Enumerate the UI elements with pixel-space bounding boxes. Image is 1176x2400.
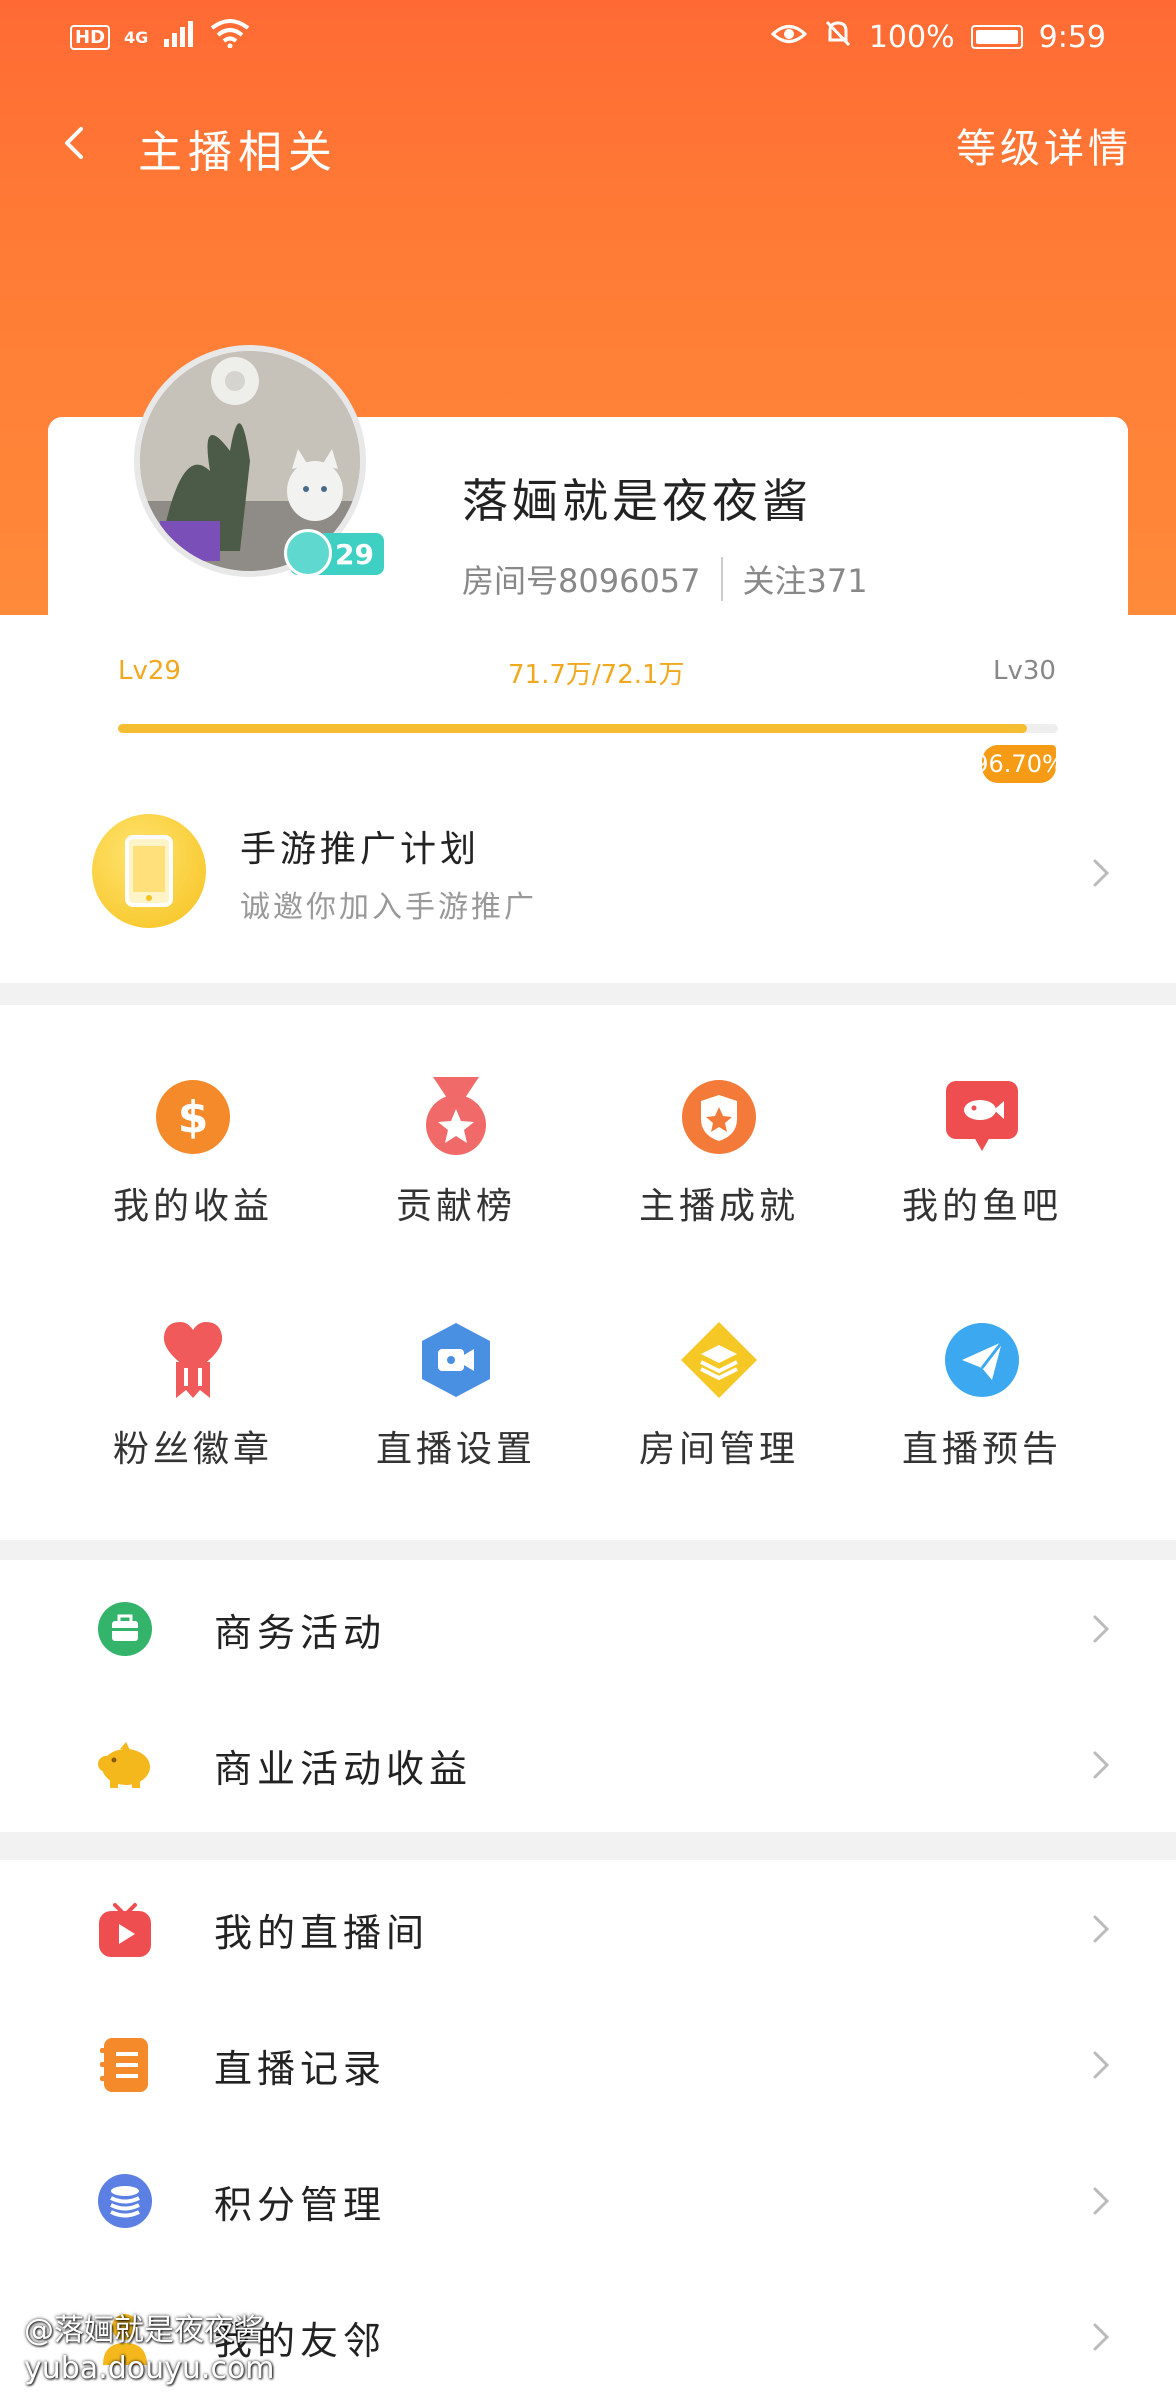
badge-level-number: 29: [335, 537, 374, 571]
wifi-icon: [210, 18, 250, 56]
current-level: Lv29: [118, 656, 181, 686]
divider: [720, 557, 723, 601]
feature-grid: $ 我的收益 贡献榜 主播成就 我的鱼吧 粉丝徽章 直播设置 房间管理 直播预告: [0, 1005, 1176, 1540]
piggy-bank-icon: [96, 1736, 154, 1794]
room-number: 房间号8096057: [462, 562, 701, 600]
eye-icon: [770, 20, 808, 55]
promo-title: 手游推广计划: [240, 829, 481, 870]
user-name: 落婳就是夜夜酱: [462, 474, 812, 528]
page-title: 主播相关: [138, 127, 338, 178]
medal-icon: [416, 1077, 496, 1157]
anchor-level-badge: 29: [284, 529, 384, 577]
hd-indicator: HD: [70, 24, 111, 50]
coin-stack-icon: [96, 2172, 154, 2230]
list-item-business-activity[interactable]: 商务活动: [0, 1560, 1176, 1696]
list-label: 积分管理: [214, 2183, 387, 2227]
list-item-my-live-room[interactable]: 我的直播间: [0, 1860, 1176, 1996]
room-info: 房间号8096057 关注371: [462, 556, 868, 602]
level-percent-badge: 96.70%: [973, 745, 1065, 783]
fish-chat-icon: [942, 1077, 1022, 1157]
network-type: 4G: [124, 27, 149, 47]
bell-off-icon: [823, 18, 853, 56]
list-item-points-management[interactable]: 积分管理: [0, 2132, 1176, 2268]
chevron-right-icon: [1086, 1914, 1116, 1944]
microphone-icon: [284, 529, 332, 577]
grid-item-fish-bar[interactable]: 我的鱼吧: [842, 1077, 1102, 1277]
grid-item-live-settings[interactable]: 直播设置: [316, 1320, 576, 1520]
chevron-right-icon: [1086, 2322, 1116, 2352]
level-progress-text: 71.7万/72.1万: [508, 660, 685, 690]
notebook-icon: [96, 2036, 154, 2094]
chevron-right-icon: [1086, 1614, 1116, 1644]
watermark-user: @落婳就是夜夜酱: [24, 2313, 264, 2348]
grid-item-fan-badge[interactable]: 粉丝徽章: [53, 1320, 313, 1520]
list-item-business-earnings[interactable]: 商业活动收益: [0, 1696, 1176, 1832]
grid-label: 我的鱼吧: [901, 1186, 1062, 1227]
camera-hexagon-icon: [416, 1320, 496, 1400]
list-label: 我的直播间: [214, 1911, 430, 1955]
briefcase-icon: [96, 1600, 154, 1658]
back-button[interactable]: [40, 108, 110, 178]
chevron-right-icon: [1086, 858, 1116, 888]
nav-bar: 主播相关 等级详情: [0, 70, 1176, 215]
battery-percent: 100%: [868, 19, 955, 55]
grid-item-earnings[interactable]: $ 我的收益: [53, 1077, 313, 1277]
phone-icon: [92, 814, 206, 928]
battery-icon: [970, 25, 1023, 49]
grid-item-live-preview[interactable]: 直播预告: [842, 1320, 1102, 1520]
business-list: 商务活动 商业活动收益: [0, 1560, 1176, 1832]
dollar-coin-icon: $: [153, 1077, 233, 1157]
grid-item-room-management[interactable]: 房间管理: [579, 1320, 839, 1520]
list-item-live-records[interactable]: 直播记录: [0, 1996, 1176, 2132]
chevron-right-icon: [1086, 2050, 1116, 2080]
watermark-site: yuba.douyu.com: [24, 2351, 275, 2386]
level-progress-bar: [118, 724, 1058, 733]
grid-label: 贡献榜: [395, 1186, 516, 1227]
level-details-link[interactable]: 等级详情: [956, 116, 1132, 174]
chevron-left-icon: [65, 127, 83, 159]
chevron-right-icon: [1086, 2186, 1116, 2216]
grid-label: 直播预告: [901, 1429, 1062, 1470]
follow-count[interactable]: 关注371: [743, 556, 868, 602]
layers-diamond-icon: [679, 1320, 759, 1400]
watermark: @落婳就是夜夜酱 yuba.douyu.com: [24, 2312, 275, 2388]
grid-label: 直播设置: [375, 1429, 536, 1470]
signal-icon: [162, 20, 196, 55]
level-progress-fill: [118, 724, 1027, 733]
grid-label: 主播成就: [638, 1186, 799, 1227]
grid-label: 我的收益: [112, 1186, 273, 1227]
list-label: 直播记录: [214, 2047, 387, 2091]
grid-label: 房间管理: [638, 1429, 799, 1470]
grid-label: 粉丝徽章: [112, 1429, 273, 1470]
grid-item-achievements[interactable]: 主播成就: [579, 1077, 839, 1277]
heart-badge-icon: [153, 1320, 233, 1400]
clock: 9:59: [1038, 19, 1106, 55]
grid-item-contribution[interactable]: 贡献榜: [316, 1077, 576, 1277]
promo-row[interactable]: 手游推广计划 诚邀你加入手游推广: [0, 800, 1176, 980]
paper-plane-icon: [942, 1320, 1022, 1400]
tv-play-icon: [96, 1900, 154, 1958]
chevron-right-icon: [1086, 1750, 1116, 1780]
list-label: 商务活动: [214, 1611, 387, 1655]
status-bar: HD 4G 100% 9:59: [0, 0, 1176, 70]
next-level: Lv30: [993, 656, 1056, 686]
list-label: 商业活动收益: [214, 1747, 473, 1791]
star-shield-icon: [679, 1077, 759, 1157]
svg-text:$: $: [178, 1092, 209, 1143]
promo-subtitle: 诚邀你加入手游推广: [240, 890, 537, 925]
